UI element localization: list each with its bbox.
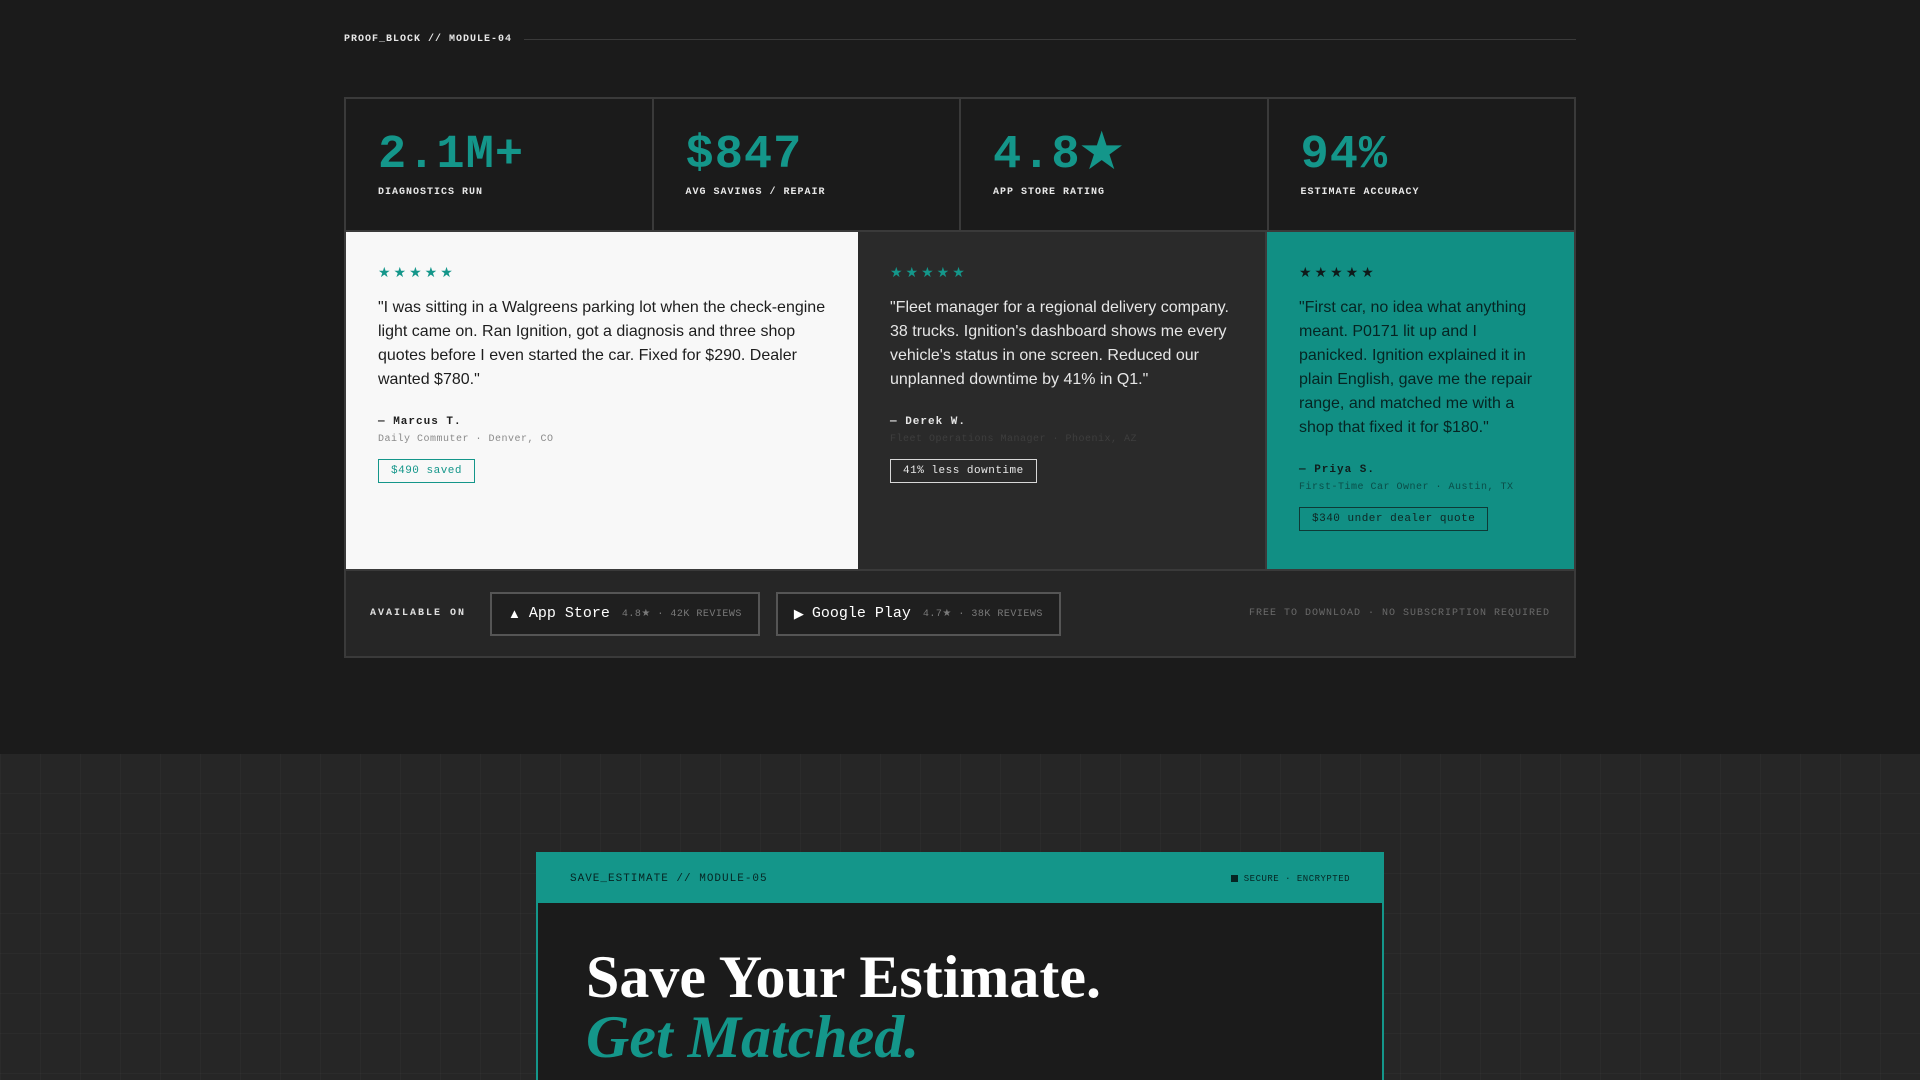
testimonial-card-priya: ★★★★★ "First car, no idea what anything … (1267, 232, 1574, 569)
save-estimate-panel: SAVE_ESTIMATE // MODULE-05 SECURE · ENCR… (536, 852, 1384, 1080)
stat-value: $847 (685, 129, 803, 182)
star-rating-icon: ★★★★★ (890, 264, 968, 280)
testimonial-quote: "First car, no idea what anything meant.… (1299, 299, 1533, 436)
google-play-meta: 4.7★ · 38K REVIEWS (922, 608, 1043, 620)
secure-label: SECURE · ENCRYPTED (1243, 873, 1350, 884)
testimonial-author: — Derek W. (890, 416, 967, 428)
play-icon: ▶ (793, 605, 804, 621)
estimate-headline: Save Your Estimate. Get Matched. (538, 903, 1382, 1067)
stat-savings: $847 AVG SAVINGS / REPAIR (654, 99, 961, 230)
apple-triangle-icon: ▲ (508, 606, 521, 621)
testimonial-card-marcus: ★★★★★ "I was sitting in a Walgreens park… (346, 232, 858, 569)
downtime-badge: 41% less downtime (890, 459, 1037, 483)
header-divider (524, 39, 1576, 40)
available-on-bar: AVAILABLE ON ▲ App Store 4.8★ · 42K REVI… (346, 571, 1574, 656)
module-label: PROOF_BLOCK // MODULE-04 (344, 34, 513, 45)
app-store-button[interactable]: ▲ App Store 4.8★ · 42K REVIEWS (490, 591, 760, 636)
estimate-header-bar: SAVE_ESTIMATE // MODULE-05 SECURE · ENCR… (538, 854, 1382, 903)
testimonials-row: ★★★★★ "I was sitting in a Walgreens park… (346, 232, 1574, 571)
dealer-quote-badge: $340 under dealer quote (1299, 507, 1489, 531)
testimonial-quote: "I was sitting in a Walgreens parking lo… (378, 299, 826, 388)
secure-indicator: SECURE · ENCRYPTED (1230, 873, 1350, 884)
stat-label: APP STORE RATING (993, 187, 1106, 198)
stat-accuracy: 94% ESTIMATE ACCURACY (1269, 99, 1575, 230)
proof-block-header: PROOF_BLOCK // MODULE-04 (344, 34, 1576, 45)
headline-line-2: Get Matched. (586, 1004, 920, 1070)
testimonial-card-derek: ★★★★★ "Fleet manager for a regional deli… (858, 232, 1267, 569)
stats-row: 2.1M+ DIAGNOSTICS RUN $847 AVG SAVINGS /… (346, 99, 1574, 232)
star-rating-icon: ★★★★★ (378, 264, 456, 280)
stat-label: ESTIMATE ACCURACY (1300, 187, 1420, 198)
stat-value: 2.1M+ (378, 129, 525, 182)
headline-line-1: Save Your Estimate. (586, 944, 1101, 1010)
stat-rating: 4.8★ APP STORE RATING (961, 99, 1269, 230)
google-play-name: Google Play (811, 605, 911, 622)
google-play-button[interactable]: ▶ Google Play 4.7★ · 38K REVIEWS (775, 591, 1061, 636)
savings-badge: $490 saved (378, 459, 476, 483)
testimonial-quote: "Fleet manager for a regional delivery c… (890, 299, 1229, 388)
star-rating-icon: ★★★★★ (1299, 264, 1377, 280)
testimonial-author-meta: First-Time Car Owner · Austin, TX (1299, 482, 1514, 493)
testimonial-author-meta: Fleet Operations Manager · Phoenix, AZ (890, 434, 1138, 445)
app-store-meta: 4.8★ · 42K REVIEWS (621, 608, 742, 620)
stat-label: AVG SAVINGS / REPAIR (685, 187, 826, 198)
stat-label: DIAGNOSTICS RUN (378, 187, 484, 198)
available-on-label: AVAILABLE ON (370, 608, 467, 619)
app-store-name: App Store (528, 605, 610, 622)
estimate-module-label: SAVE_ESTIMATE // MODULE-05 (570, 872, 768, 885)
testimonial-author: — Marcus T. (378, 416, 462, 428)
stat-value: 94% (1300, 129, 1389, 182)
stat-value: 4.8★ (993, 129, 1124, 182)
stat-diagnostics: 2.1M+ DIAGNOSTICS RUN (346, 99, 654, 230)
testimonial-author-meta: Daily Commuter · Denver, CO (378, 434, 554, 445)
lock-square-icon (1230, 875, 1238, 882)
download-note: FREE TO DOWNLOAD · NO SUBSCRIPTION REQUI… (1248, 608, 1550, 619)
testimonial-author: — Priya S. (1299, 464, 1376, 476)
proof-block: 2.1M+ DIAGNOSTICS RUN $847 AVG SAVINGS /… (344, 97, 1576, 658)
